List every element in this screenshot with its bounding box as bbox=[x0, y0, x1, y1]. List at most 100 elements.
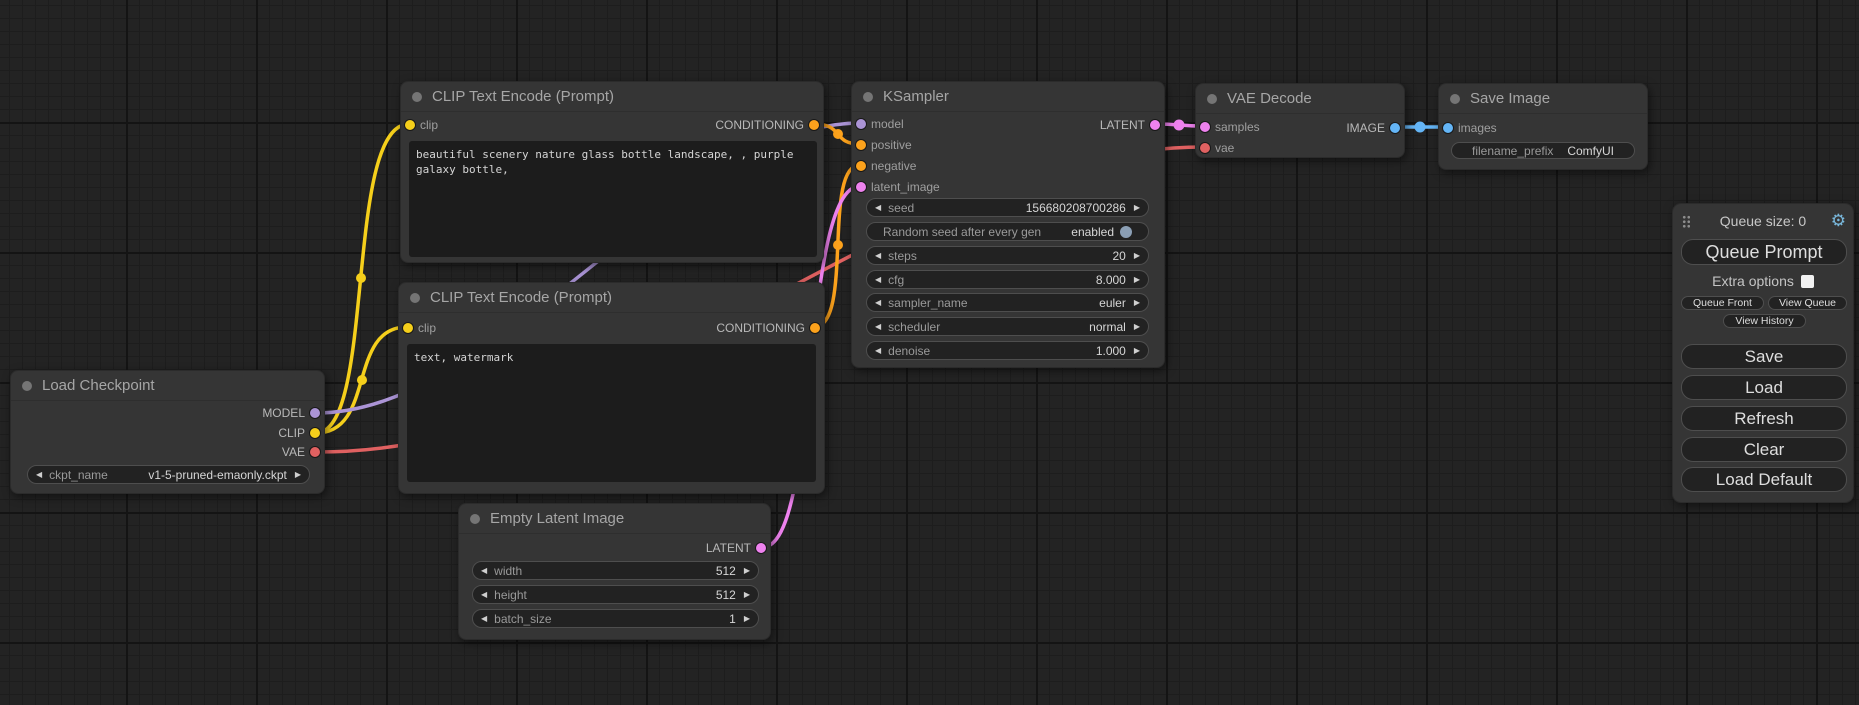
extra-options-row: Extra options bbox=[1673, 273, 1853, 289]
decrement-arrow-icon[interactable]: ◀ bbox=[875, 317, 881, 336]
gear-icon[interactable]: ⚙ bbox=[1831, 211, 1846, 231]
node-graph-canvas[interactable]: Load Checkpoint MODEL CLIP VAE ◀ ckpt_na… bbox=[0, 0, 1859, 705]
node-clip-text-encode-negative[interactable]: CLIP Text Encode (Prompt) clip CONDITION… bbox=[398, 282, 825, 494]
load-default-button[interactable]: Load Default bbox=[1681, 467, 1847, 492]
toggle-knob[interactable] bbox=[1120, 226, 1132, 238]
collapse-dot-icon[interactable] bbox=[1450, 94, 1460, 104]
decrement-arrow-icon[interactable]: ◀ bbox=[481, 585, 487, 604]
widget-ckpt-name[interactable]: ◀ ckpt_name v1-5-pruned-emaonly.ckpt ▶ bbox=[27, 465, 310, 484]
node-ksampler[interactable]: KSampler model positive negative latent_… bbox=[851, 81, 1165, 368]
node-title: Load Checkpoint bbox=[42, 377, 155, 394]
widget-height[interactable]: ◀ height 512 ▶ bbox=[472, 585, 759, 604]
input-negative: negative bbox=[852, 156, 916, 176]
collapse-dot-icon[interactable] bbox=[470, 514, 480, 524]
increment-arrow-icon[interactable]: ▶ bbox=[1134, 341, 1140, 360]
increment-arrow-icon[interactable]: ▶ bbox=[1134, 246, 1140, 265]
node-title-bar[interactable]: Save Image bbox=[1439, 84, 1647, 114]
widget-steps[interactable]: ◀ steps 20 ▶ bbox=[866, 246, 1149, 265]
node-empty-latent-image[interactable]: Empty Latent Image LATENT ◀ width 512 ▶ … bbox=[458, 503, 771, 640]
port-dot-conditioning[interactable] bbox=[856, 161, 866, 171]
node-save-image[interactable]: Save Image images filename_prefix ComfyU… bbox=[1438, 83, 1648, 170]
collapse-dot-icon[interactable] bbox=[863, 92, 873, 102]
node-title-bar[interactable]: KSampler bbox=[852, 82, 1164, 112]
node-vae-decode[interactable]: VAE Decode samples vae IMAGE bbox=[1195, 83, 1405, 158]
node-title-bar[interactable]: VAE Decode bbox=[1196, 84, 1404, 114]
link-middot[interactable] bbox=[833, 129, 843, 139]
output-model: MODEL bbox=[262, 403, 324, 423]
save-button[interactable]: Save bbox=[1681, 344, 1847, 369]
increment-arrow-icon[interactable]: ▶ bbox=[1134, 198, 1140, 217]
increment-arrow-icon[interactable]: ▶ bbox=[744, 609, 750, 628]
port-dot-latent[interactable] bbox=[1200, 122, 1210, 132]
increment-arrow-icon[interactable]: ▶ bbox=[1134, 293, 1140, 312]
widget-width[interactable]: ◀ width 512 ▶ bbox=[472, 561, 759, 580]
node-title: VAE Decode bbox=[1227, 90, 1312, 107]
port-dot-vae[interactable] bbox=[310, 447, 320, 457]
prompt-textarea[interactable]: text, watermark bbox=[407, 344, 816, 482]
port-dot-clip[interactable] bbox=[403, 323, 413, 333]
node-title-bar[interactable]: Empty Latent Image bbox=[459, 504, 770, 534]
port-dot-model[interactable] bbox=[856, 119, 866, 129]
node-title: Save Image bbox=[1470, 90, 1550, 107]
port-dot-latent[interactable] bbox=[756, 543, 766, 553]
increment-arrow-icon[interactable]: ▶ bbox=[744, 561, 750, 580]
port-dot-image[interactable] bbox=[1390, 123, 1400, 133]
collapse-dot-icon[interactable] bbox=[22, 381, 32, 391]
increment-arrow-icon[interactable]: ▶ bbox=[295, 465, 301, 484]
link-middot[interactable] bbox=[1415, 122, 1426, 133]
decrement-arrow-icon[interactable]: ◀ bbox=[481, 561, 487, 580]
port-dot-latent[interactable] bbox=[856, 182, 866, 192]
view-history-button[interactable]: View History bbox=[1723, 314, 1806, 328]
link-middot[interactable] bbox=[1174, 120, 1185, 131]
decrement-arrow-icon[interactable]: ◀ bbox=[875, 341, 881, 360]
decrement-arrow-icon[interactable]: ◀ bbox=[875, 293, 881, 312]
port-dot-conditioning[interactable] bbox=[809, 120, 819, 130]
node-title-bar[interactable]: CLIP Text Encode (Prompt) bbox=[399, 283, 824, 313]
refresh-button[interactable]: Refresh bbox=[1681, 406, 1847, 431]
widget-scheduler[interactable]: ◀ scheduler normal ▶ bbox=[866, 317, 1149, 336]
link-middot[interactable] bbox=[833, 240, 843, 250]
decrement-arrow-icon[interactable]: ◀ bbox=[875, 198, 881, 217]
node-load-checkpoint[interactable]: Load Checkpoint MODEL CLIP VAE ◀ ckpt_na… bbox=[10, 370, 325, 494]
node-title-bar[interactable]: CLIP Text Encode (Prompt) bbox=[401, 82, 823, 112]
port-dot-clip[interactable] bbox=[310, 428, 320, 438]
decrement-arrow-icon[interactable]: ◀ bbox=[875, 270, 881, 289]
widget-batch-size[interactable]: ◀ batch_size 1 ▶ bbox=[472, 609, 759, 628]
widget-cfg[interactable]: ◀ cfg 8.000 ▶ bbox=[866, 270, 1149, 289]
port-dot-conditioning[interactable] bbox=[810, 323, 820, 333]
queue-size-label: Queue size: 0 bbox=[1673, 213, 1853, 229]
queue-prompt-button[interactable]: Queue Prompt bbox=[1681, 239, 1847, 265]
collapse-dot-icon[interactable] bbox=[1207, 94, 1217, 104]
prompt-textarea[interactable]: beautiful scenery nature glass bottle la… bbox=[409, 141, 817, 257]
link-middot[interactable] bbox=[357, 375, 367, 385]
decrement-arrow-icon[interactable]: ◀ bbox=[36, 465, 42, 484]
port-dot-image[interactable] bbox=[1443, 123, 1453, 133]
collapse-dot-icon[interactable] bbox=[410, 293, 420, 303]
port-dot-latent[interactable] bbox=[1150, 120, 1160, 130]
widget-seed[interactable]: ◀ seed 156680208700286 ▶ bbox=[866, 198, 1149, 217]
node-title-bar[interactable]: Load Checkpoint bbox=[11, 371, 324, 401]
port-dot-model[interactable] bbox=[310, 408, 320, 418]
decrement-arrow-icon[interactable]: ◀ bbox=[875, 246, 881, 265]
increment-arrow-icon[interactable]: ▶ bbox=[1134, 270, 1140, 289]
output-conditioning: CONDITIONING bbox=[715, 115, 823, 135]
node-title: Empty Latent Image bbox=[490, 510, 624, 527]
node-clip-text-encode-positive[interactable]: CLIP Text Encode (Prompt) clip CONDITION… bbox=[400, 81, 824, 263]
view-queue-button[interactable]: View Queue bbox=[1768, 296, 1847, 310]
widget-denoise[interactable]: ◀ denoise 1.000 ▶ bbox=[866, 341, 1149, 360]
collapse-dot-icon[interactable] bbox=[412, 92, 422, 102]
load-button[interactable]: Load bbox=[1681, 375, 1847, 400]
link-middot[interactable] bbox=[356, 273, 366, 283]
port-dot-vae[interactable] bbox=[1200, 143, 1210, 153]
port-dot-conditioning[interactable] bbox=[856, 140, 866, 150]
extra-options-checkbox[interactable] bbox=[1801, 275, 1814, 288]
clear-button[interactable]: Clear bbox=[1681, 437, 1847, 462]
widget-sampler-name[interactable]: ◀ sampler_name euler ▶ bbox=[866, 293, 1149, 312]
widget-random-seed-toggle[interactable]: Random seed after every gen enabled bbox=[866, 222, 1149, 241]
widget-filename-prefix[interactable]: filename_prefix ComfyUI bbox=[1451, 142, 1635, 159]
port-dot-clip[interactable] bbox=[405, 120, 415, 130]
decrement-arrow-icon[interactable]: ◀ bbox=[481, 609, 487, 628]
queue-front-button[interactable]: Queue Front bbox=[1681, 296, 1764, 310]
increment-arrow-icon[interactable]: ▶ bbox=[744, 585, 750, 604]
increment-arrow-icon[interactable]: ▶ bbox=[1134, 317, 1140, 336]
